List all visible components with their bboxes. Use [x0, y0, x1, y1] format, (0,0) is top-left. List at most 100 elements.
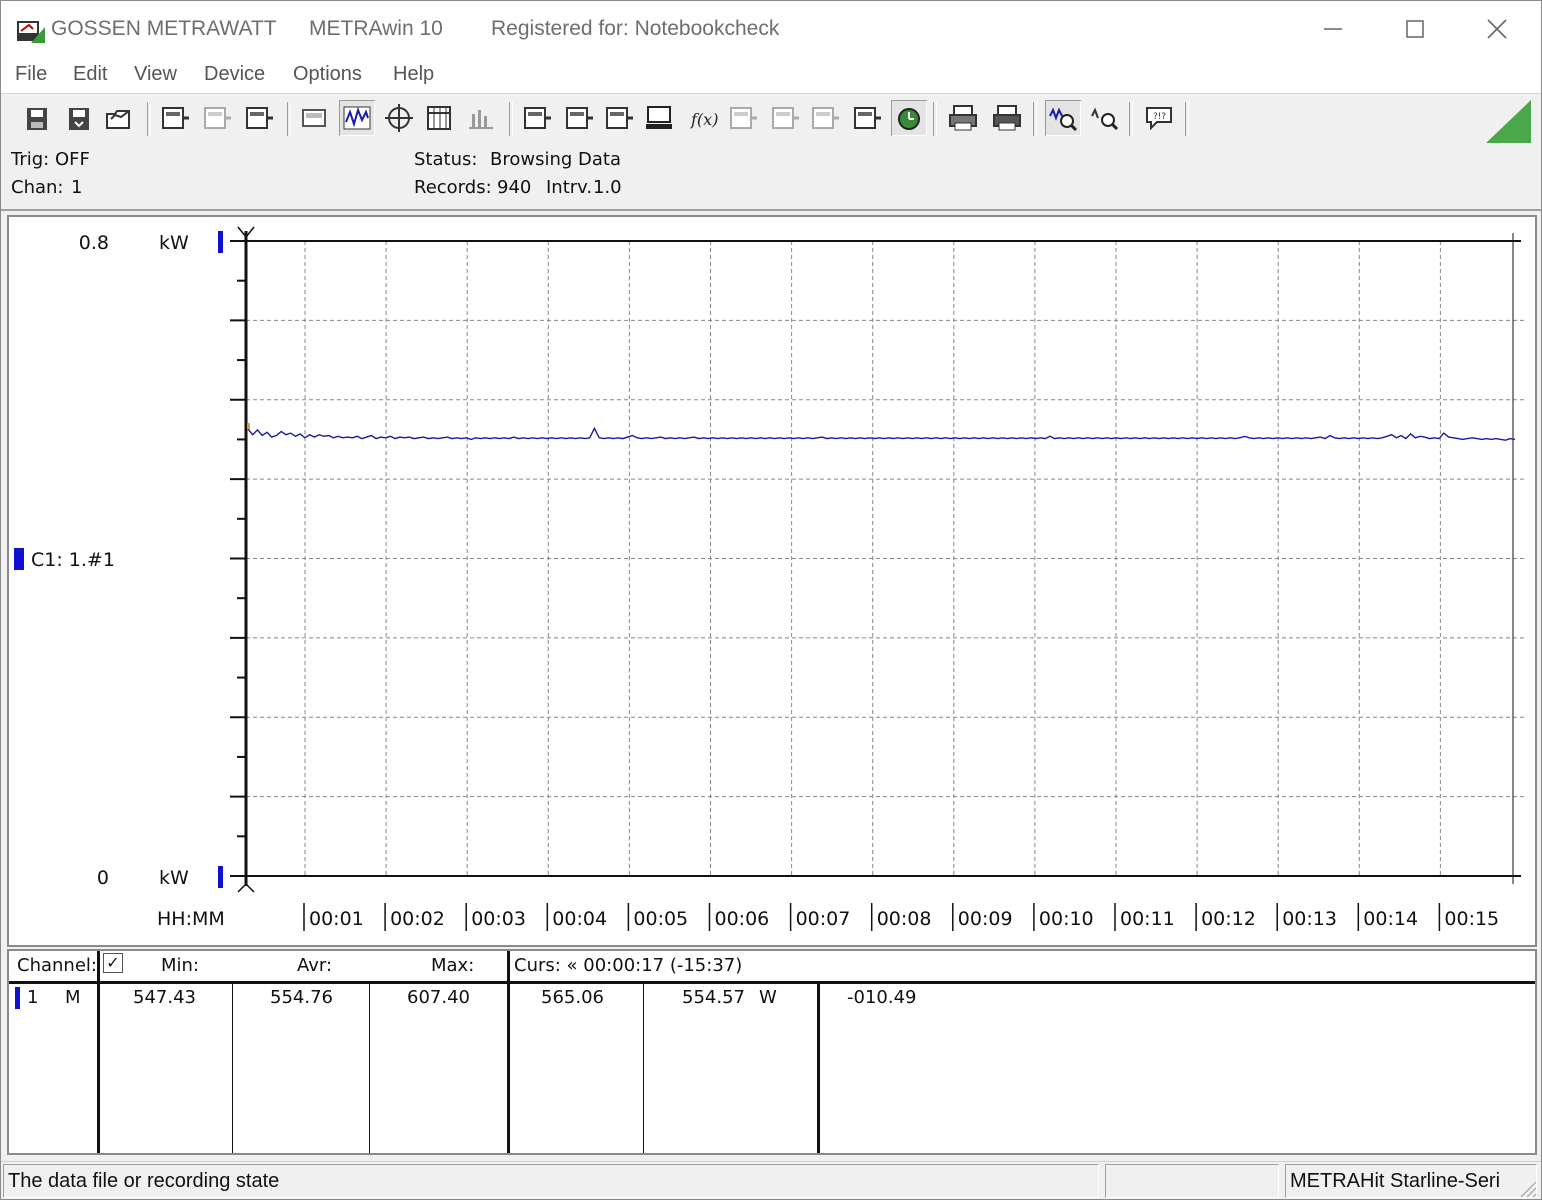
signal-disabled-button[interactable] — [767, 100, 803, 136]
x-tick-label: 00:03 — [471, 908, 526, 930]
close-icon — [1487, 19, 1507, 39]
toolbar-separator — [1129, 102, 1133, 136]
chart-panel[interactable]: 0.8 kW 0 kW C1: 1.#1 HH:MM 00:01 00:02 00:03 00:0… — [7, 215, 1537, 947]
function-button[interactable]: f(x) — [685, 100, 721, 136]
registration-text: Registered for: Notebookcheck — [491, 17, 780, 40]
device-out-icon — [246, 107, 273, 129]
record-config-icon — [606, 107, 633, 129]
row-cursor2: 554.57 — [682, 987, 745, 1008]
help-button[interactable]: ?!? — [1141, 100, 1177, 136]
toolbar-separator — [1185, 102, 1189, 136]
x-tick-label: 00:11 — [1120, 908, 1175, 930]
multi-signal-disabled-icon — [812, 107, 839, 129]
chan-label: Chan: — [11, 177, 64, 198]
function-icon: f(x) — [690, 110, 718, 129]
header-max: Max: — [431, 955, 475, 976]
bar-view-button[interactable] — [463, 100, 499, 136]
crosshair-icon — [385, 104, 413, 132]
menu-file[interactable]: File — [15, 63, 47, 86]
record-config-button[interactable] — [601, 100, 637, 136]
menu-options[interactable]: Options — [293, 63, 362, 86]
channel-list-button[interactable] — [561, 100, 597, 136]
table-view-button[interactable] — [421, 100, 457, 136]
print-preview-button[interactable] — [989, 100, 1025, 136]
status-device: METRAHit Starline-Seri — [1290, 1170, 1501, 1192]
zoom-waveform-icon — [1049, 107, 1078, 132]
toolbar-separator — [933, 102, 937, 136]
help-icon: ?!? — [1146, 107, 1172, 131]
channel-table: Channel: ✓ Min: Avr: Max: Curs: « 00:00:… — [7, 949, 1537, 1155]
svg-text:?!?: ?!? — [1153, 112, 1166, 122]
table-divider — [97, 951, 100, 1153]
device-out-button[interactable] — [241, 100, 277, 136]
table-view-icon — [427, 106, 451, 130]
upper-limit-marker[interactable] — [218, 231, 223, 253]
x-tick-label: 00:01 — [309, 908, 364, 930]
x-axis-label: HH:MM — [157, 908, 225, 930]
app-window: GOSSEN METRAWATT METRAwin 10 Registered … — [0, 0, 1542, 1200]
waveform-view-icon — [343, 106, 371, 130]
table-divider — [232, 981, 233, 1153]
header-min: Min: — [161, 955, 200, 976]
row-mode: M — [65, 987, 81, 1008]
copy-button[interactable] — [849, 100, 885, 136]
title-bar: GOSSEN METRAWATT METRAwin 10 Registered … — [1, 1, 1541, 57]
bar-view-icon — [469, 110, 493, 129]
crosshair-button[interactable] — [381, 100, 417, 136]
row-cursor1: 565.06 — [541, 987, 604, 1008]
resize-grip-icon[interactable] — [1517, 1178, 1537, 1198]
status-message-pane: The data file or recording state — [3, 1164, 1099, 1198]
zoom-waveform-button[interactable] — [1045, 100, 1081, 136]
multi-signal-disabled-button[interactable] — [807, 100, 843, 136]
minimize-button[interactable] — [1303, 7, 1363, 51]
row-unit: W — [759, 987, 777, 1008]
signal-disabled-icon — [772, 107, 799, 129]
product-name: METRAwin 10 — [309, 17, 443, 40]
table-divider — [369, 981, 370, 1153]
device-disabled-icon — [204, 107, 231, 129]
save-as-icon — [69, 108, 89, 130]
x-tick-label: 00:07 — [796, 908, 851, 930]
channel-settings-button[interactable] — [519, 100, 555, 136]
power-series-line — [247, 426, 1516, 441]
open-folder-button[interactable] — [101, 100, 137, 136]
menu-help[interactable]: Help — [393, 63, 434, 86]
save-as-button[interactable] — [61, 100, 97, 136]
menu-edit[interactable]: Edit — [73, 63, 107, 86]
channel-checkbox[interactable]: ✓ — [103, 953, 123, 973]
x-tick-label: 00:15 — [1444, 908, 1499, 930]
power-chart[interactable]: 0.8 kW 0 kW C1: 1.#1 HH:MM 00:01 00:02 00:03 00:0… — [9, 217, 1535, 945]
computer-button[interactable] — [641, 100, 677, 136]
cursor-marker[interactable] — [247, 423, 250, 430]
x-tick-label: 00:09 — [958, 908, 1013, 930]
device-in-button[interactable] — [157, 100, 193, 136]
lower-limit-marker[interactable] — [218, 866, 223, 888]
computer-icon — [646, 106, 672, 129]
close-button[interactable] — [1467, 7, 1527, 51]
menu-device[interactable]: Device — [204, 63, 265, 86]
maximize-button[interactable] — [1385, 7, 1445, 51]
print-button[interactable] — [945, 100, 981, 136]
print-preview-icon — [993, 105, 1021, 131]
header-avr: Avr: — [297, 955, 333, 976]
y-min-label: 0 — [97, 867, 109, 889]
channel-label: C1: 1.#1 — [31, 549, 115, 571]
device-disabled-button[interactable] — [199, 100, 235, 136]
trigger-button[interactable] — [891, 100, 927, 136]
monitor-disabled-button[interactable] — [725, 100, 761, 136]
maximize-icon — [1406, 20, 1424, 38]
svg-text:f(x): f(x) — [690, 110, 718, 129]
waveform-view-button[interactable] — [339, 100, 375, 136]
display-button[interactable] — [297, 100, 333, 136]
monitor-disabled-icon — [730, 107, 757, 129]
row-channel: 1 — [27, 987, 39, 1008]
save-button[interactable] — [19, 100, 55, 136]
zoom-reset-button[interactable] — [1087, 100, 1123, 136]
menu-view[interactable]: View — [134, 63, 177, 86]
channel-settings-icon — [524, 107, 551, 129]
brand-triangle-icon — [1485, 100, 1531, 144]
toolbar-separator — [509, 102, 513, 136]
x-tick-label: 00:06 — [715, 908, 770, 930]
channel-color-marker — [14, 548, 24, 570]
save-icon — [27, 108, 47, 130]
